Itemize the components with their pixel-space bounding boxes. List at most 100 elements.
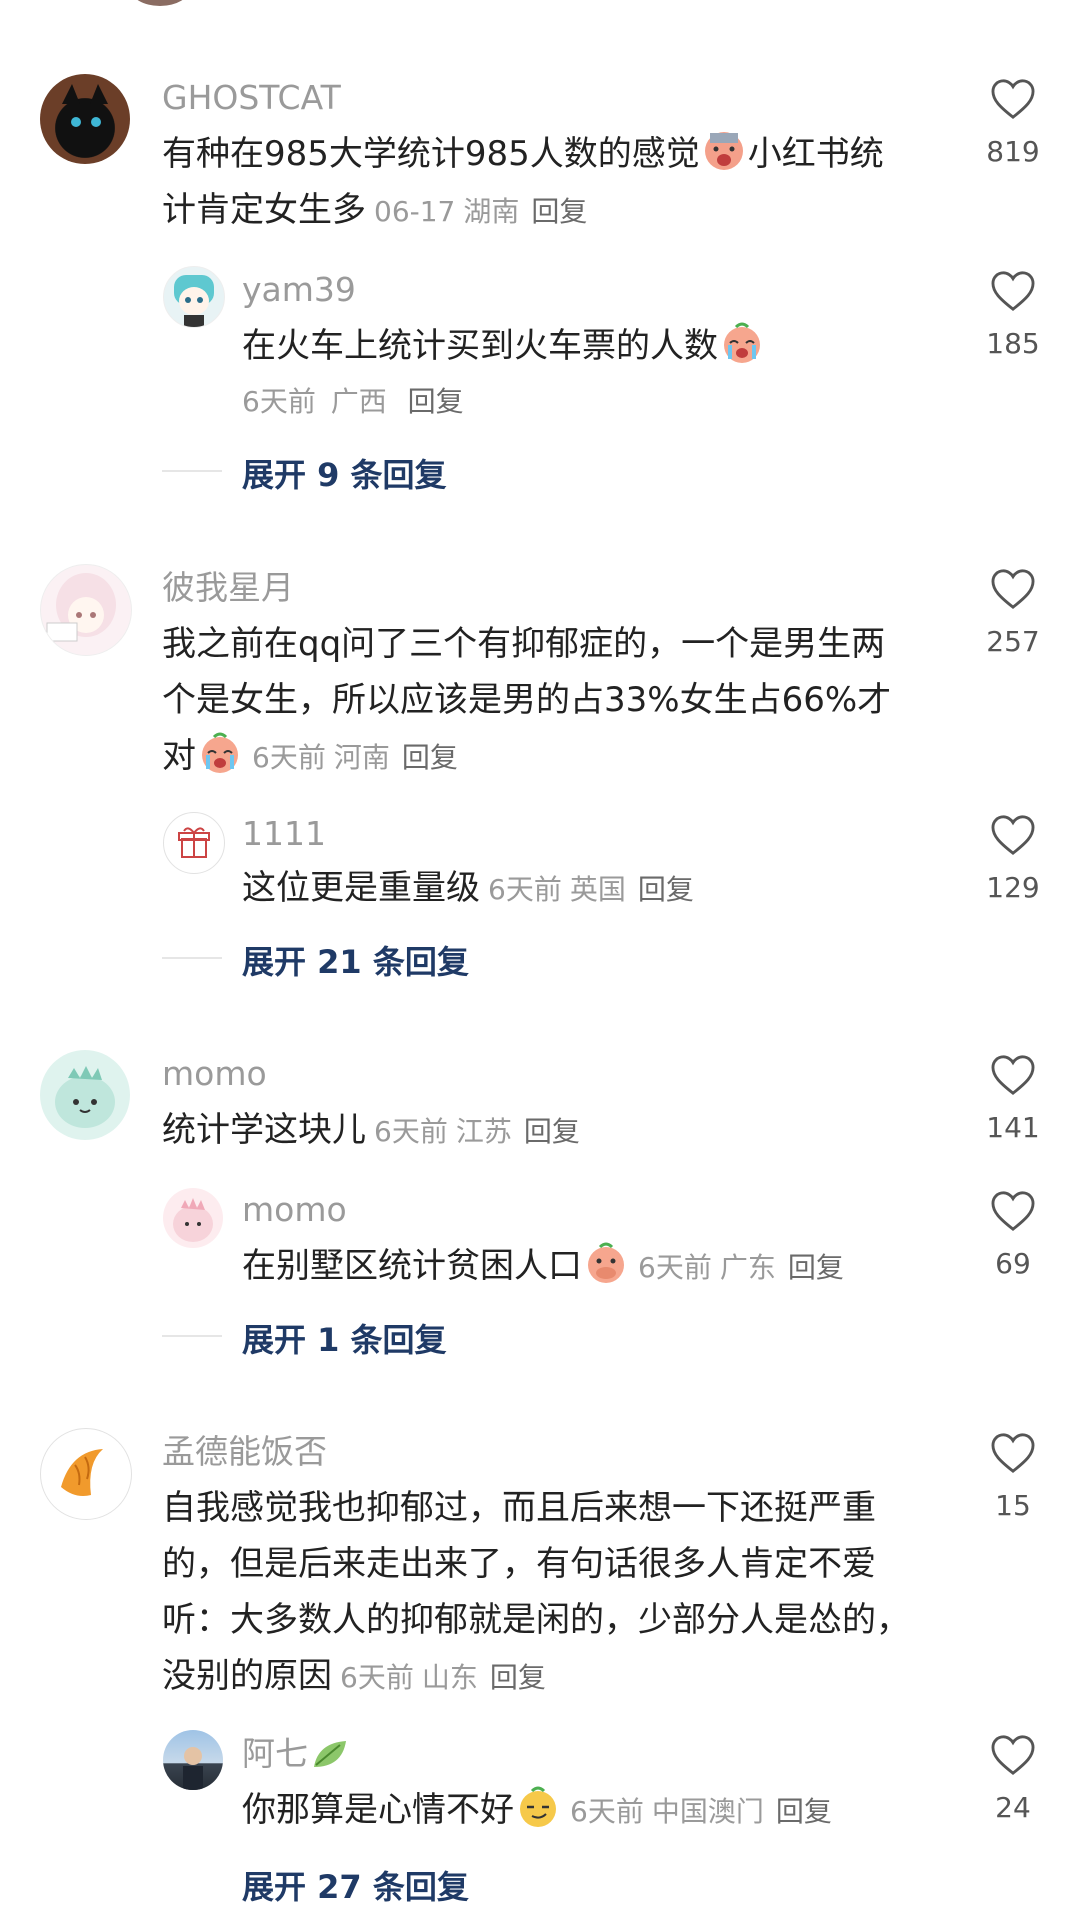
like-count: 141 <box>986 1111 1040 1144</box>
reply-button[interactable]: 回复 <box>408 385 464 418</box>
reply-location: 广东 <box>719 1251 776 1284</box>
expand-replies-button[interactable]: 展开 21 条回复 <box>242 937 469 983</box>
avatar[interactable] <box>40 74 130 164</box>
reply-username[interactable]: yam39 <box>242 270 356 310</box>
avatar[interactable] <box>40 1428 132 1520</box>
reply-date: 6天前 <box>570 1795 644 1828</box>
heart-outline-icon <box>991 1191 1035 1231</box>
reply-text: 在别墅区统计贫困人口 6天前 广东 回复 <box>242 1238 942 1296</box>
reply-text-content: 这位更是重量级 <box>242 868 480 908</box>
heart-outline-icon <box>991 569 1035 609</box>
anime-girl-avatar-icon <box>46 573 116 642</box>
heart-outline-icon <box>991 815 1035 855</box>
reply-text: 你那算是心情不好 6天前 中国澳门 回复 <box>242 1782 942 1840</box>
crying-face-emoji-icon <box>724 322 760 363</box>
avatar[interactable] <box>163 266 225 328</box>
like-count: 185 <box>986 327 1040 360</box>
reply-username[interactable]: 1111 <box>242 814 326 854</box>
like-button[interactable] <box>968 1432 1058 1478</box>
reply-username-text[interactable]: 阿七 <box>242 1734 308 1773</box>
comment-location: 湖南 <box>463 195 520 228</box>
comment-text-line: 没别的原因 <box>162 1656 332 1696</box>
reply-location: 中国澳门 <box>651 1795 764 1828</box>
covering-mouth-emoji-icon <box>588 1242 624 1283</box>
reply-button[interactable]: 回复 <box>788 1251 844 1284</box>
avatar[interactable] <box>163 1730 223 1790</box>
reply-text-content: 你那算是心情不好 <box>242 1790 514 1830</box>
comment-text: 有种在985大学统计985人数的感觉 小红书统 计肯定女生多 06-17 湖南 回复 <box>162 126 932 240</box>
comment-text-line: 自我感觉我也抑郁过，而且后来想一下还挺严重 <box>162 1488 876 1528</box>
expand-replies-button[interactable]: 展开 9 条回复 <box>242 450 447 496</box>
like-count: 257 <box>986 625 1040 658</box>
comment-feed: GHOSTCAT 有种在985大学统计985人数的感觉 小红书统 计肯定女生多 06… <box>0 0 1080 1906</box>
comment-text-line: 听：大多数人的抑郁就是闲的，少部分人是怂的， <box>162 1600 910 1640</box>
like-count: 69 <box>995 1247 1031 1280</box>
reply-location: 广西 <box>330 385 387 418</box>
gift-icon <box>178 827 210 858</box>
like-count: 24 <box>995 1791 1031 1824</box>
comment-location: 山东 <box>421 1661 478 1694</box>
comment-date: 6天前 <box>252 741 326 774</box>
comment-text-line: 对 <box>162 736 196 776</box>
reply-text-content: 在别墅区统计贫困人口 <box>242 1246 582 1286</box>
comment-text-line: 的，但是后来走出来了，有句话很多人肯定不爱 <box>162 1544 876 1584</box>
avatar[interactable] <box>40 564 132 656</box>
cute-dino-avatar-icon <box>55 1066 115 1128</box>
avatar[interactable] <box>163 1188 223 1248</box>
comment-username[interactable]: momo <box>162 1054 267 1094</box>
croissant-icon <box>61 1449 103 1496</box>
comment-text-line: 个是女生，所以应该是男的占33%女生占66%才 <box>162 680 892 720</box>
reply-text-content: 在火车上统计买到火车票的人数 <box>242 326 718 366</box>
reply-meta: 6天前 广西 回复 <box>242 380 464 420</box>
reply-button[interactable]: 回复 <box>531 195 587 228</box>
avatar[interactable] <box>40 1050 130 1140</box>
person-photo-avatar-icon <box>183 1747 203 1790</box>
comment-text: 自我感觉我也抑郁过，而且后来想一下还挺严重 的，但是后来走出来了，有句话很多人肯… <box>162 1480 942 1706</box>
comment-text-line: 有种在985大学统计985人数的感觉 <box>162 134 700 174</box>
like-button[interactable] <box>968 270 1058 316</box>
reply-button[interactable]: 回复 <box>776 1795 832 1828</box>
avatar[interactable] <box>163 812 225 874</box>
pink-dino-avatar-icon <box>173 1198 213 1242</box>
heart-outline-icon <box>991 79 1035 119</box>
comment-username[interactable]: GHOSTCAT <box>162 78 341 118</box>
like-button[interactable] <box>968 814 1058 860</box>
comment-username[interactable]: 彼我星月 <box>162 568 294 608</box>
expand-replies-button[interactable]: 展开 1 条回复 <box>242 1315 447 1361</box>
like-button[interactable] <box>968 1190 1058 1236</box>
reply-button[interactable]: 回复 <box>638 873 694 906</box>
comment-location: 江苏 <box>455 1115 512 1148</box>
comment-text: 我之前在qq问了三个有抑郁症的，一个是男生两 个是女生，所以应该是男的占33%女… <box>162 616 942 786</box>
expand-divider <box>162 957 222 959</box>
reply-button[interactable]: 回复 <box>402 741 458 774</box>
like-button[interactable] <box>968 1054 1058 1100</box>
reply-username[interactable]: 阿七 <box>242 1734 352 1774</box>
reply-text: 在火车上统计买到火车票的人数 <box>242 318 942 374</box>
heart-outline-icon <box>991 1055 1035 1095</box>
comment-text-line: 小红书统 <box>747 134 884 174</box>
like-count: 819 <box>986 135 1040 168</box>
crying-face-emoji-icon <box>704 132 743 170</box>
crying-face-emoji-icon <box>202 732 238 773</box>
reply-username[interactable]: momo <box>242 1190 347 1230</box>
comment-username[interactable]: 孟德能饭否 <box>162 1432 327 1472</box>
like-count: 129 <box>986 871 1040 904</box>
reply-button[interactable]: 回复 <box>490 1661 546 1694</box>
comment-text-content: 统计学这块儿 <box>162 1110 366 1150</box>
like-button[interactable] <box>968 568 1058 614</box>
like-count: 15 <box>995 1489 1031 1522</box>
comment-text-line: 计肯定女生多 <box>162 190 366 230</box>
expand-divider <box>162 1335 222 1337</box>
avatar-partial <box>130 0 190 6</box>
heart-outline-icon <box>991 1433 1035 1473</box>
expand-replies-button[interactable]: 展开 27 条回复 <box>242 1862 469 1908</box>
anime-avatar-icon <box>174 275 214 327</box>
heart-outline-icon <box>991 271 1035 311</box>
heart-outline-icon <box>991 1735 1035 1775</box>
reply-location: 英国 <box>569 873 626 906</box>
reply-date: 6天前 <box>242 385 316 418</box>
like-button[interactable] <box>968 1734 1058 1780</box>
reply-button[interactable]: 回复 <box>524 1115 580 1148</box>
like-button[interactable] <box>968 78 1058 124</box>
reply-text: 这位更是重量级 6天前 英国 回复 <box>242 860 942 918</box>
